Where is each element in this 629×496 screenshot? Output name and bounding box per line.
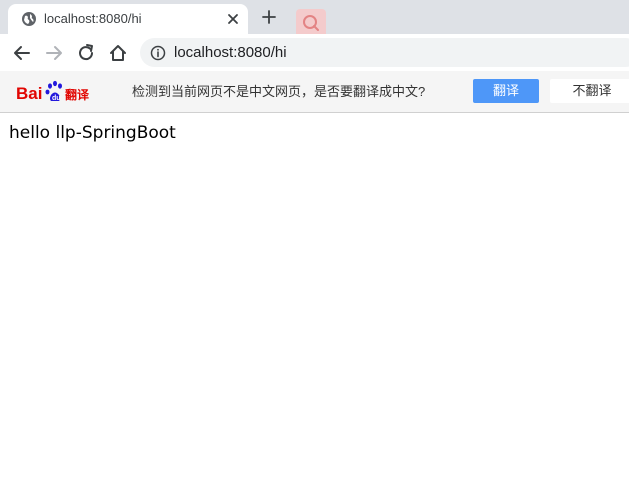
globe-icon [22,12,36,26]
info-icon[interactable] [150,45,166,61]
close-icon[interactable] [225,11,241,27]
plus-icon[interactable] [258,6,280,28]
page-content: hello llp-SpringBoot [0,113,629,496]
translate-button[interactable]: 翻译 [473,79,539,103]
arrow-right-icon[interactable] [43,42,65,64]
browser-tab[interactable]: localhost:8080/hi [8,4,248,34]
svg-text:du: du [52,95,61,102]
translate-bar: Bai du 翻译 检测到当前网页不是中文网页，是否要翻译成中文? 翻译 不翻译 [0,71,629,113]
no-translate-button[interactable]: 不翻译 [550,79,629,103]
svg-text:翻译: 翻译 [65,87,90,102]
browser-toolbar: localhost:8080/hi [0,34,629,72]
url-text[interactable]: localhost:8080/hi [174,44,287,62]
tab-strip: localhost:8080/hi [0,0,629,39]
home-icon[interactable] [107,42,129,64]
page-body-text: hello llp-SpringBoot [9,123,176,143]
address-bar[interactable]: localhost:8080/hi [140,38,629,67]
tab-title: localhost:8080/hi [44,11,142,26]
baidu-translate-logo: Bai du 翻译 [16,80,90,103]
svg-text:Bai: Bai [16,84,42,103]
arrow-left-icon[interactable] [11,42,33,64]
reload-icon[interactable] [75,42,97,64]
translate-message: 检测到当前网页不是中文网页，是否要翻译成中文? [132,84,426,99]
